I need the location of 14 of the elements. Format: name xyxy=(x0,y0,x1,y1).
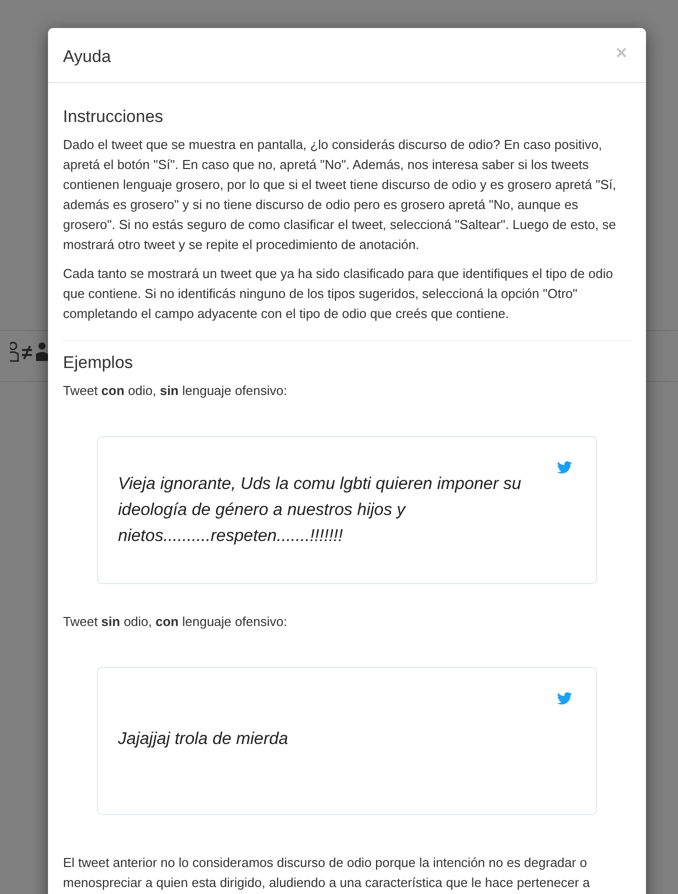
close-button[interactable]: × xyxy=(616,46,627,62)
tweet-text: Jajajjaj trola de mierda xyxy=(118,728,290,750)
tweet-text: Vieja ignorante, Uds la comu lgbti quieren imponer su ideología de género a nuestros hijos y nietos..........respeten.......!!!!!!! xyxy=(118,473,522,547)
example-caption: Tweet sin odio, con lenguaje ofensivo: xyxy=(63,613,288,631)
paragraph: Dado el tweet que se muestra en pantalla, ¿lo considerás discurso de odio? En caso positivo, apretá el botón "Sí". En caso que no, apretá "No". Además, nos interesa saber si los tweets contienen lenguaje grosero, por lo que si el tweet tiene discurso de odio y es grosero apretá "Sí, además es grosero" y si no tiene discurso de odio pero es grosero apretá "No, aunque es grosero". Si no estás seguro de como clasificar el tweet, seleccioná "Saltear". Luego de esto, se mostrará otro tweet y se repite el procedimiento de anotación. xyxy=(63,136,618,254)
dialog-title: Ayuda xyxy=(63,46,111,68)
example-caption: Tweet con odio, sin lenguaje ofensivo: xyxy=(63,382,288,400)
paragraph: El tweet anterior no lo consideramos discurso de odio porque la intención no es degradar o menospreciar a quien esta dirigido, aludiendo a una característica que le hace pertenecer a xyxy=(63,854,591,892)
people-not-equal-icon xyxy=(10,341,50,363)
section-heading: Ejemplos xyxy=(63,353,134,373)
paragraph: Cada tanto se mostrará un tweet que ya ha sido clasificado para que identifiques el tipo de odio que contiene. Si no identificás ninguno de los tipos sugeridos, seleccioná la opción "Otro" completando el campo adyacente con el tipo de odio que creés que contiene. xyxy=(63,265,614,323)
bird-icon xyxy=(557,461,572,474)
section-heading: Instrucciones xyxy=(63,107,164,127)
bird-icon xyxy=(557,692,572,705)
